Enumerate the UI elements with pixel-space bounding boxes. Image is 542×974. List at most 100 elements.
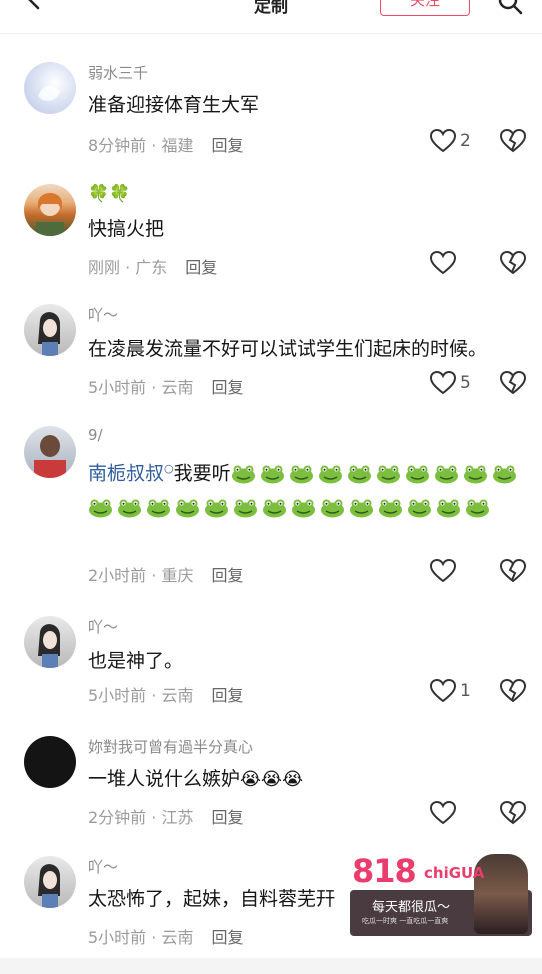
avatar[interactable]	[24, 62, 76, 114]
avatar[interactable]	[24, 856, 76, 908]
comment-body: 也是神了。	[88, 650, 184, 672]
broken-heart-icon[interactable]	[500, 800, 526, 826]
top-bar: 定制 关注	[0, 0, 542, 34]
frog-emoji-icon	[347, 465, 371, 484]
comment-body: 一堆人说什么嫉妒	[88, 768, 241, 790]
reply-button[interactable]: 回复	[185, 258, 217, 277]
like-button[interactable]: 2	[430, 128, 471, 154]
comment-text: 南栀叔叔○我要听	[88, 452, 528, 524]
frog-emoji-icon	[492, 465, 516, 484]
comment-meta: 2分钟前 · 江苏 回复	[88, 808, 244, 827]
mention-link[interactable]: 南栀叔叔	[88, 462, 164, 484]
avatar[interactable]	[24, 616, 76, 668]
comment-body: 太恐怖了，起妹，自料蓉芜幵	[88, 888, 336, 910]
comment-body: 快搞火把	[88, 218, 165, 240]
frog-emoji-icon	[234, 499, 257, 518]
broken-heart-icon[interactable]	[500, 558, 526, 584]
comment-location: 云南	[161, 378, 194, 397]
search-icon[interactable]	[496, 0, 524, 16]
comment-meta: 2小时前 · 重庆 回复	[88, 566, 244, 585]
comment-username[interactable]: 9/	[88, 426, 103, 444]
comment-time: 5小时前	[88, 928, 147, 947]
ad-slogan: 每天都很瓜～	[372, 900, 451, 915]
comment-time: 2分钟前	[88, 808, 147, 827]
frog-emoji-icon	[463, 465, 487, 484]
broken-heart-icon[interactable]	[500, 370, 526, 396]
frog-emoji-icon	[89, 499, 112, 518]
comment-username[interactable]: 妳對我可曾有過半分真心	[88, 736, 253, 757]
comment-meta: 5小时前 · 云南 回复	[88, 686, 244, 705]
comment-time: 5小时前	[88, 378, 147, 397]
avatar[interactable]	[24, 736, 76, 788]
ad-logo: 818	[352, 852, 417, 890]
comment-text: 准备迎接体育生大军	[88, 88, 528, 122]
frog-emoji-icon	[437, 499, 460, 518]
like-button[interactable]	[430, 250, 460, 276]
comment-location: 云南	[161, 928, 194, 947]
comment-meta: 5小时前 · 云南 回复	[88, 378, 244, 397]
broken-heart-icon[interactable]	[500, 128, 526, 154]
comment-meta: 刚刚 · 广东 回复	[88, 258, 218, 277]
broken-heart-icon[interactable]	[500, 250, 526, 276]
frog-emoji-icon	[318, 465, 342, 484]
heart-outline-icon	[430, 559, 456, 583]
reply-button[interactable]: 回复	[211, 686, 243, 705]
frog-emoji-icon	[231, 465, 255, 484]
comment-meta: 5小时前 · 云南 回复	[88, 928, 244, 947]
comment-text: 一堆人说什么嫉妒😭😭😭	[88, 762, 528, 797]
comment-username[interactable]: 吖～	[88, 616, 118, 637]
frog-emoji-icon	[292, 499, 315, 518]
crying-emoji: 😭😭😭	[240, 769, 304, 790]
ad-logo-suffix: chiGUA	[424, 864, 485, 882]
reply-button[interactable]: 回复	[211, 136, 243, 155]
comment-location: 江苏	[161, 808, 194, 827]
like-button[interactable]	[430, 558, 460, 584]
reply-button[interactable]: 回复	[211, 928, 243, 947]
avatar[interactable]	[24, 426, 76, 478]
frog-emoji-icon	[176, 499, 199, 518]
frog-emoji-icon	[379, 499, 402, 518]
like-count: 1	[460, 681, 471, 701]
comment-body: 我要听	[173, 462, 231, 485]
follow-button[interactable]: 关注	[380, 0, 470, 16]
like-button[interactable]: 1	[430, 678, 471, 704]
frog-emoji-icon	[408, 499, 431, 518]
watermark-ad[interactable]: 818 chiGUA 每天都很瓜～ 吃瓜一时爽 一直吃瓜一直爽	[350, 850, 532, 938]
comment-username[interactable]: 吖～	[88, 304, 118, 325]
comment-meta: 8分钟前 · 福建 回复	[88, 136, 244, 155]
reply-button[interactable]: 回复	[211, 566, 243, 585]
mention-badge-icon: ○	[164, 462, 174, 475]
comment-location: 福建	[161, 136, 194, 155]
frog-emoji-icon	[376, 465, 400, 484]
frog-emoji-icon	[289, 465, 313, 484]
bottom-bar	[0, 958, 542, 974]
comment-body: 在凌晨发流量不好可以试试学生们起床的时候。	[88, 338, 488, 360]
comment-username[interactable]: 🍀🍀	[88, 184, 130, 204]
comment-username[interactable]: 弱水三千	[88, 62, 148, 83]
frog-emoji-icon	[205, 499, 228, 518]
comment-time: 刚刚	[88, 258, 121, 277]
like-button[interactable]	[430, 800, 460, 826]
comment-text: 快搞火把	[88, 212, 528, 246]
heart-outline-icon	[430, 679, 456, 703]
comment-time: 2小时前	[88, 566, 147, 585]
comment-username[interactable]: 吖～	[88, 856, 118, 877]
reply-button[interactable]: 回复	[211, 808, 243, 827]
heart-outline-icon	[430, 251, 456, 275]
comment-time: 5小时前	[88, 686, 147, 705]
comment-text: 在凌晨发流量不好可以试试学生们起床的时候。	[88, 332, 528, 366]
ad-subtext: 吃瓜一时爽 一直吃瓜一直爽	[362, 917, 449, 925]
avatar[interactable]	[24, 184, 76, 236]
like-count: 5	[460, 373, 471, 393]
like-count: 2	[460, 131, 471, 151]
frog-emoji-icon	[147, 499, 170, 518]
broken-heart-icon[interactable]	[500, 678, 526, 704]
heart-outline-icon	[430, 801, 456, 825]
comment-time: 8分钟前	[88, 136, 147, 155]
reply-button[interactable]: 回复	[211, 378, 243, 397]
like-button[interactable]: 5	[430, 370, 471, 396]
avatar[interactable]	[24, 304, 76, 356]
heart-outline-icon	[430, 129, 456, 153]
comment-text: 也是神了。	[88, 644, 528, 678]
frog-emoji-icon	[466, 499, 489, 518]
